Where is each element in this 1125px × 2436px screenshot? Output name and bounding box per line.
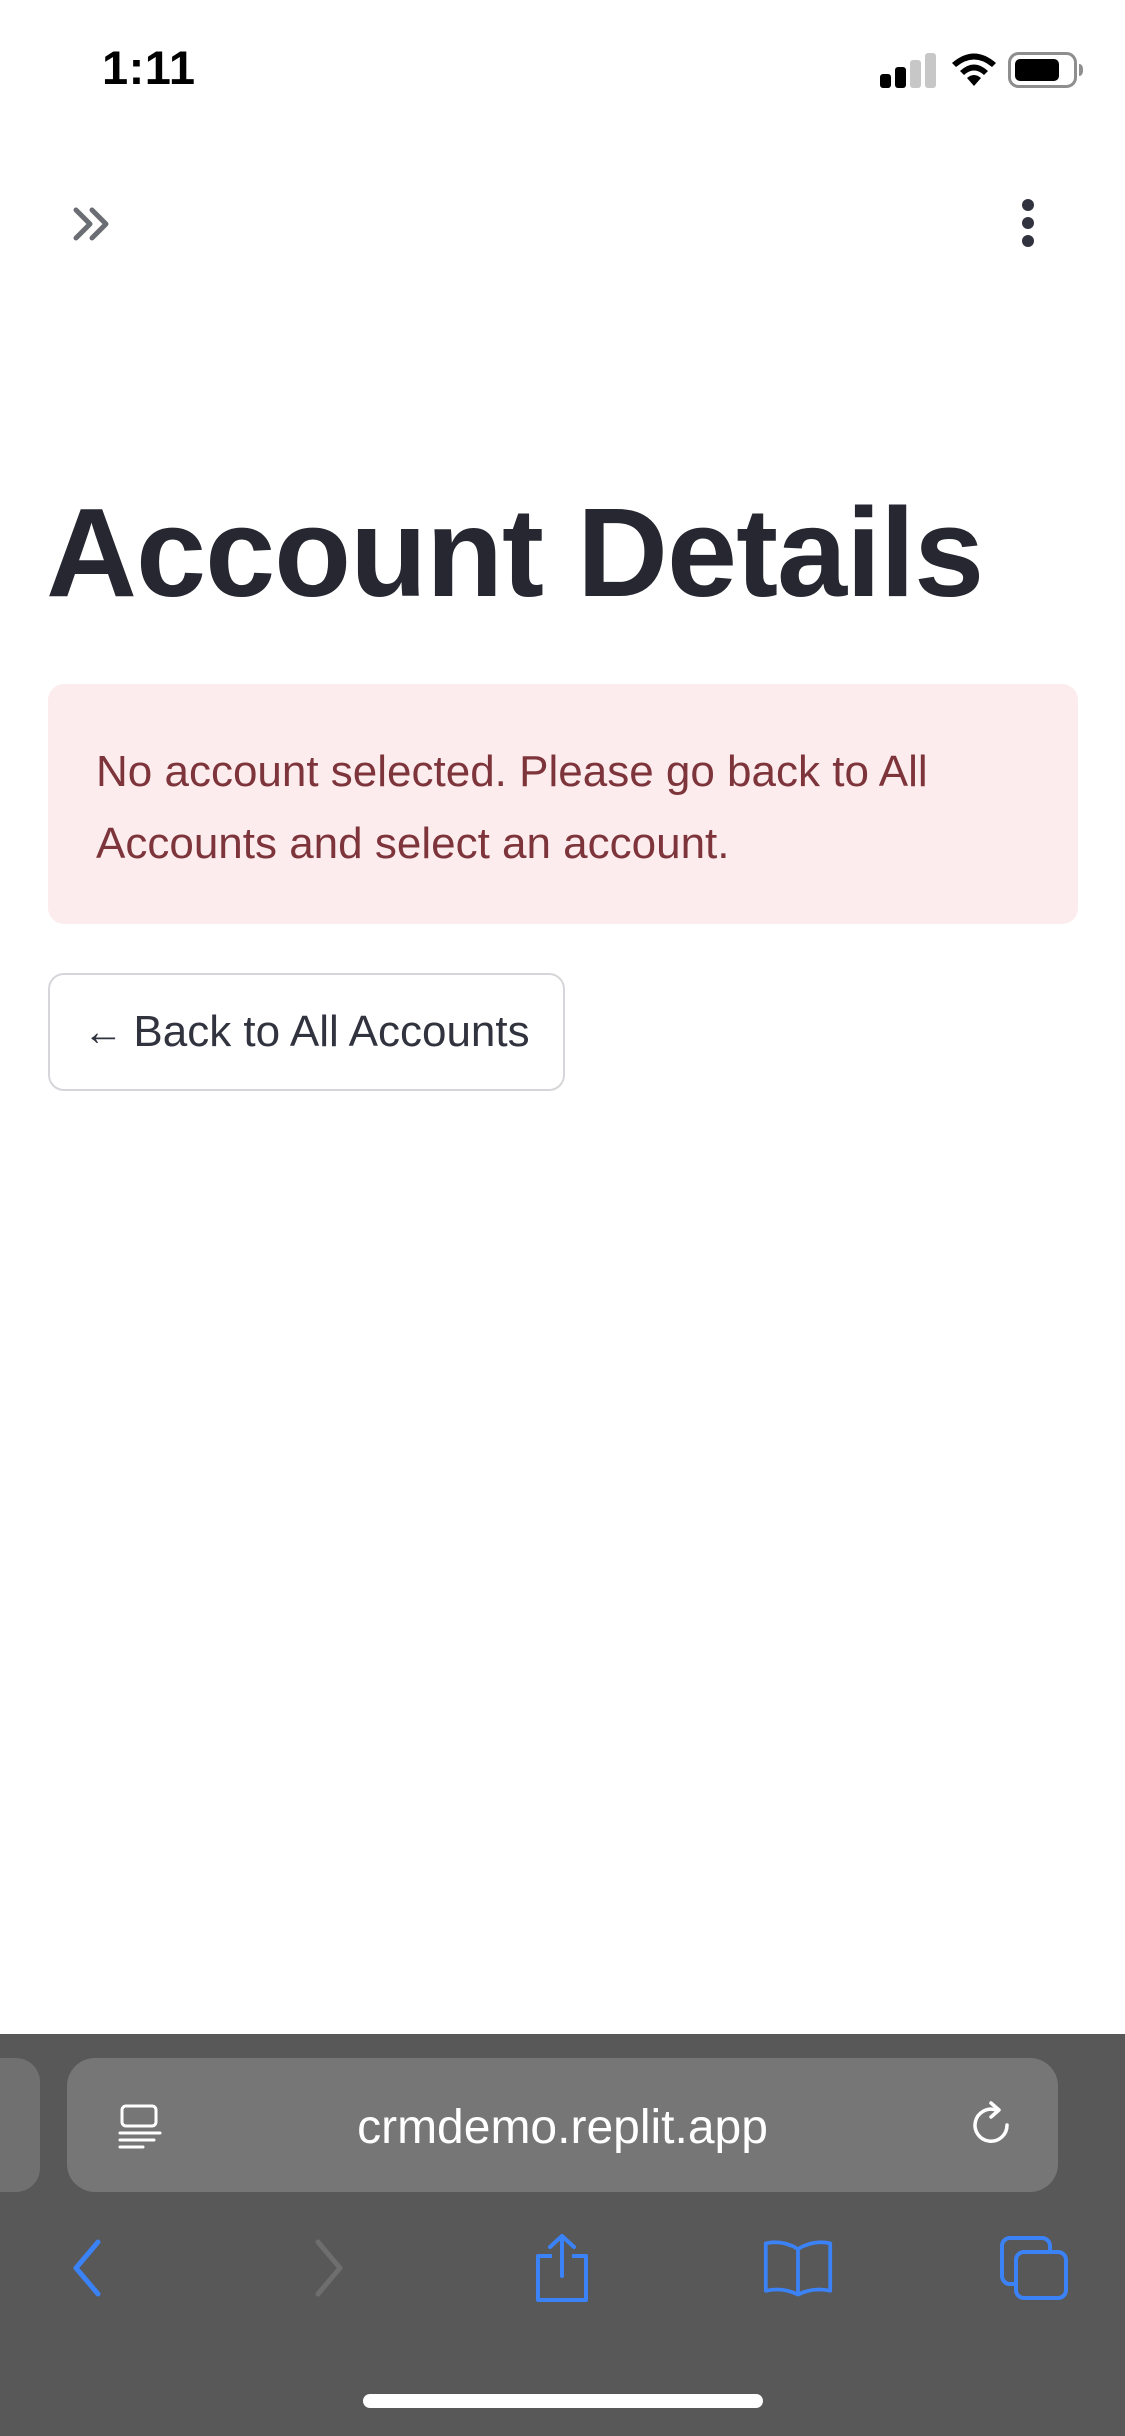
reload-icon[interactable] [964, 2098, 1018, 2152]
main-menu-button[interactable] [1000, 190, 1056, 256]
url-text: crmdemo.replit.app [357, 2101, 768, 2154]
bookmarks-button[interactable] [762, 2232, 834, 2304]
arrow-left-icon: ← [83, 1009, 124, 1054]
previous-tab-preview[interactable] [0, 2058, 40, 2192]
status-bar: 1:11 [0, 0, 1125, 140]
sidebar-toggle-button[interactable] [64, 196, 120, 252]
battery-icon [1008, 52, 1083, 88]
back-button-label: Back to All Accounts [133, 1007, 530, 1056]
forward-icon [315, 2239, 343, 2297]
home-indicator [363, 2394, 763, 2408]
cellular-signal-icon [880, 52, 936, 88]
wifi-icon [952, 53, 996, 86]
share-button[interactable] [526, 2232, 598, 2304]
bookmarks-icon [763, 2240, 833, 2297]
tabs-icon [1000, 2236, 1068, 2300]
address-bar[interactable]: crmdemo.replit.app [67, 2058, 1058, 2192]
error-alert: No account selected. Please go back to A… [48, 684, 1078, 924]
back-to-all-accounts-button[interactable]: ← Back to All Accounts [48, 973, 565, 1091]
browser-back-button[interactable] [52, 2232, 124, 2304]
tabs-button[interactable] [998, 2232, 1070, 2304]
page-title: Account Details [46, 482, 984, 623]
alert-message: No account selected. Please go back to A… [96, 747, 928, 868]
browser-forward-button[interactable] [292, 2232, 364, 2304]
double-chevron-right-icon [73, 207, 109, 241]
page: 1:11 Account Details No account selected… [0, 0, 1125, 2436]
vertical-ellipsis-icon [1022, 199, 1034, 247]
status-time: 1:11 [102, 41, 196, 94]
back-icon [73, 2239, 101, 2297]
share-icon [536, 2234, 588, 2302]
